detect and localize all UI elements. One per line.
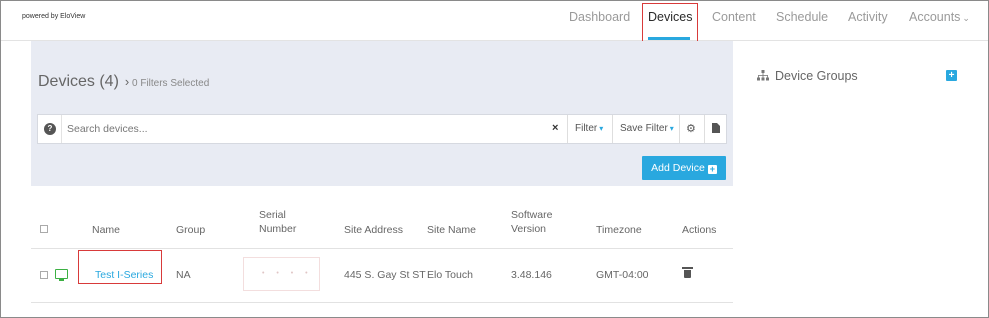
brand-text: powered by EloView	[22, 13, 86, 20]
search-input[interactable]	[67, 121, 547, 137]
export-document-icon[interactable]	[712, 123, 720, 133]
table-row-divider	[31, 302, 733, 303]
column-header-group[interactable]: Group	[176, 223, 205, 237]
add-device-button[interactable]: Add Device +	[642, 156, 726, 180]
device-group: NA	[176, 269, 191, 281]
divider	[61, 115, 62, 143]
chevron-down-icon: ⌄	[962, 13, 970, 23]
gear-icon[interactable]: ⚙	[686, 122, 696, 135]
column-header-serial-line2: Number	[259, 223, 297, 235]
divider	[704, 115, 705, 143]
nav-activity[interactable]: Activity	[848, 10, 888, 24]
trash-icon[interactable]	[682, 267, 693, 278]
clear-search-icon[interactable]: ×	[552, 122, 558, 134]
serial-number-redacted: • • • •	[243, 257, 320, 291]
select-all-checkbox[interactable]	[40, 225, 48, 233]
search-bar: ? × Filter▾ Save Filter▾ ⚙	[37, 114, 727, 144]
device-groups-title: Device Groups	[775, 69, 858, 83]
column-header-software-line2: Version	[511, 223, 547, 235]
device-site-name: Elo Touch	[427, 269, 473, 281]
plus-square-icon: +	[707, 164, 717, 174]
device-site-address: 445 S. Gay St ST	[344, 269, 426, 281]
monitor-online-icon	[55, 269, 68, 281]
filter-button-label: Filter	[575, 123, 598, 134]
serial-number-masked: • • • •	[262, 270, 313, 277]
nav-schedule[interactable]: Schedule	[776, 10, 828, 24]
add-device-label: Add Device	[651, 162, 705, 174]
page-title: Devices (4) ›	[38, 73, 133, 91]
divider	[679, 115, 680, 143]
filters-selected-text[interactable]: 0 Filters Selected	[132, 78, 209, 89]
caret-down-icon: ▾	[599, 124, 604, 133]
column-header-serial-line1: Serial	[259, 209, 286, 221]
row-checkbox[interactable]	[40, 271, 48, 279]
column-header-site-name[interactable]: Site Name	[427, 223, 476, 237]
column-header-actions: Actions	[682, 224, 717, 236]
help-icon[interactable]: ?	[44, 123, 56, 135]
divider	[612, 115, 613, 143]
save-filter-button[interactable]: Save Filter ▾	[620, 123, 674, 134]
column-header-name[interactable]: Name	[92, 223, 120, 237]
page-title-text: Devices (4)	[38, 73, 119, 90]
device-timezone: GMT-04:00	[596, 269, 649, 281]
device-name-highlight-box	[78, 250, 162, 284]
caret-down-icon: ▾	[669, 124, 674, 133]
filter-button[interactable]: Filter ▾	[575, 123, 603, 134]
nav-accounts[interactable]: Accounts ⌄	[909, 10, 970, 24]
column-header-software-line1: Software	[511, 209, 553, 221]
top-nav-bar	[1, 1, 988, 41]
column-header-site-address[interactable]: Site Address	[344, 223, 403, 237]
device-software-version: 3.48.146	[511, 269, 552, 281]
save-filter-button-label: Save Filter	[620, 123, 668, 134]
column-header-serial[interactable]: Serial Number	[259, 208, 296, 236]
table-header-divider	[31, 248, 733, 249]
nav-accounts-label: Accounts	[909, 10, 961, 24]
divider	[567, 115, 568, 143]
column-header-timezone[interactable]: Timezone	[596, 223, 642, 237]
sitemap-icon	[757, 70, 769, 81]
column-header-software-version[interactable]: Software Version	[511, 208, 552, 236]
add-device-group-button[interactable]: +	[946, 70, 957, 81]
nav-dashboard[interactable]: Dashboard	[569, 10, 630, 24]
nav-content[interactable]: Content	[712, 10, 756, 24]
chevron-right-icon: ›	[124, 74, 130, 89]
